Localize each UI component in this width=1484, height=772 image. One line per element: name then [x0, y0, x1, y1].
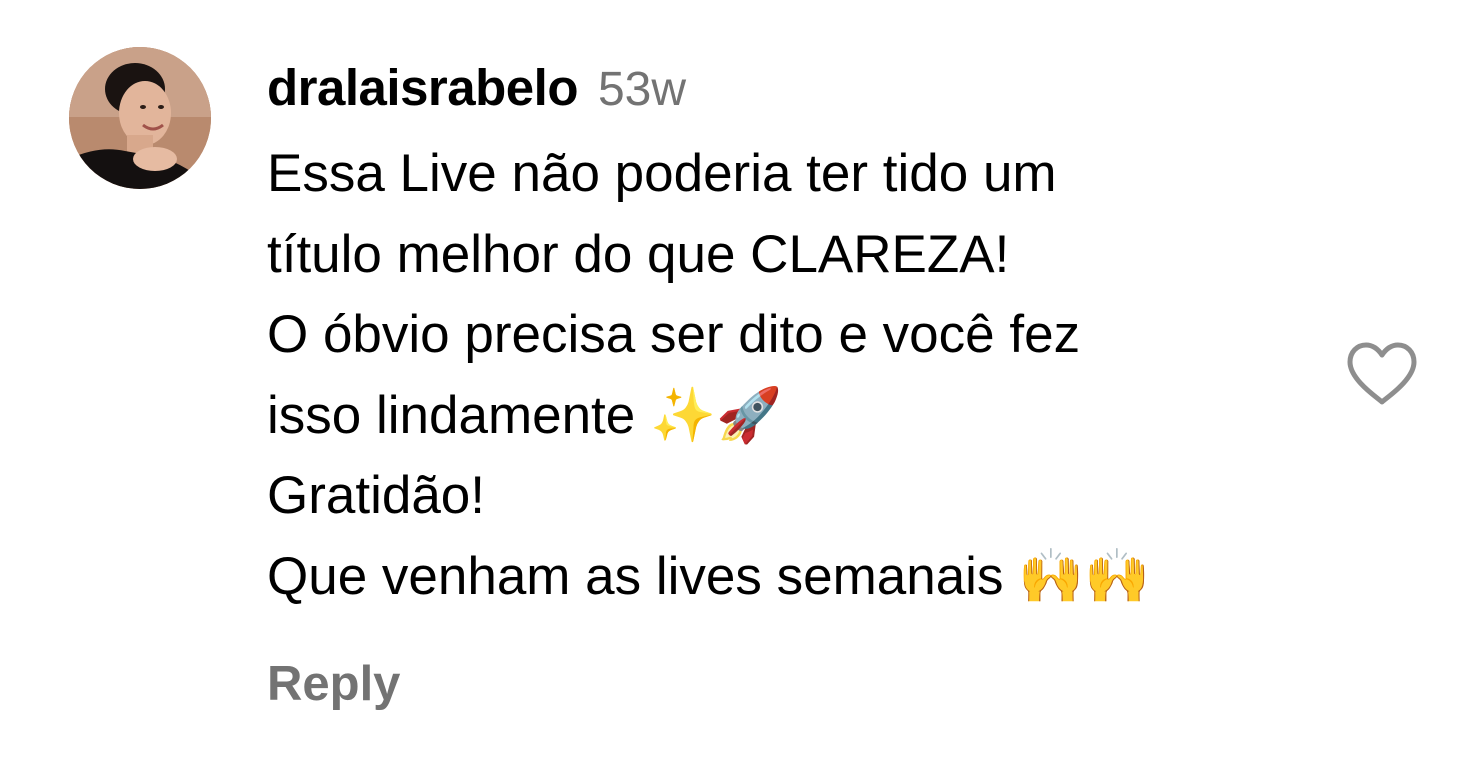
comment-text: Essa Live não poderia ter tido um título…: [267, 134, 1307, 617]
comment-text-line: Essa Live não poderia ter tido um: [267, 144, 1057, 203]
comment-text-line: O óbvio precisa ser dito e você fez: [267, 305, 1081, 364]
like-button[interactable]: [1344, 340, 1420, 408]
comment-text-line: título melhor do que CLAREZA!: [267, 224, 1010, 284]
username[interactable]: dralaisrabelo: [267, 58, 578, 117]
comment-text-line: isso lindamente ✨🚀: [267, 385, 782, 445]
comment: dralaisrabelo 53w Essa Live não poderia …: [0, 0, 1484, 772]
heart-outline-icon: [1347, 342, 1417, 405]
comment-text-line: Gratidão!: [267, 466, 486, 525]
avatar[interactable]: [69, 47, 211, 189]
comment-timestamp[interactable]: 53w: [598, 62, 686, 117]
comment-header: dralaisrabelo 53w: [267, 58, 686, 122]
reply-button[interactable]: Reply: [267, 656, 400, 712]
comment-text-line: Que venham as lives semanais 🙌🙌: [267, 546, 1151, 606]
